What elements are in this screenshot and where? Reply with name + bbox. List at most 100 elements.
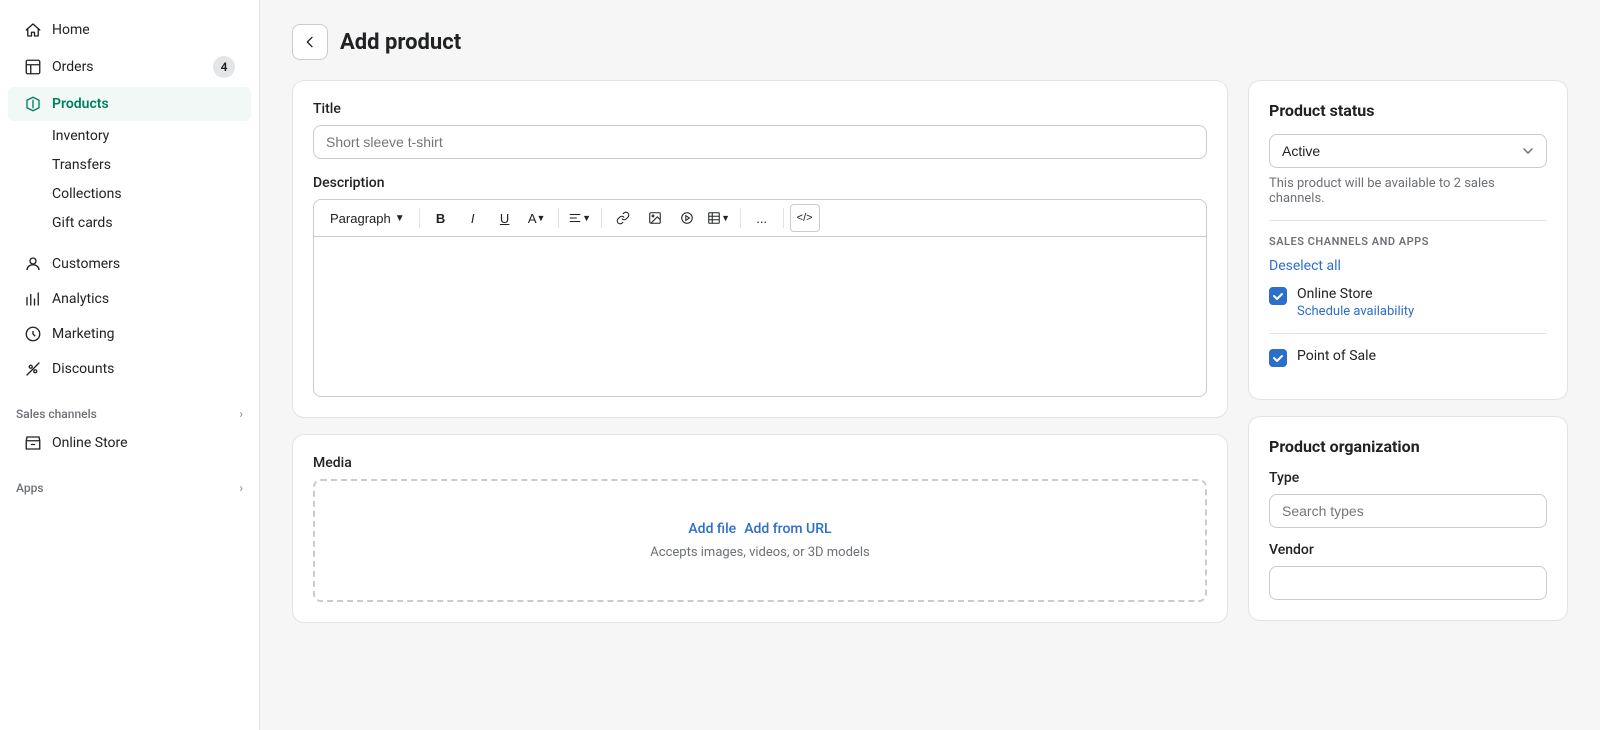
type-input[interactable] <box>1269 494 1547 528</box>
code-button[interactable]: </> <box>790 204 820 232</box>
sidebar-item-orders[interactable]: Orders 4 <box>8 48 251 86</box>
product-status-title: Product status <box>1269 101 1547 120</box>
title-label: Title <box>313 101 1207 117</box>
sidebar-item-label: Analytics <box>52 291 109 307</box>
analytics-icon <box>24 290 42 308</box>
orders-icon <box>24 58 42 76</box>
image-button[interactable] <box>640 204 670 232</box>
status-hint: This product will be available to 2 sale… <box>1269 176 1547 206</box>
sidebar-item-online-store[interactable]: Online Store <box>8 426 251 460</box>
sidebar-item-label: Orders <box>52 59 94 75</box>
products-icon <box>24 95 42 113</box>
store-icon <box>24 434 42 452</box>
video-button[interactable] <box>672 204 702 232</box>
product-organization-card: Product organization Type Vendor <box>1248 416 1568 621</box>
channel-info-pos: Point of Sale <box>1297 348 1376 364</box>
sidebar-sub-label: Gift cards <box>52 215 113 231</box>
channel-item-pos: Point of Sale <box>1269 348 1547 367</box>
align-button[interactable]: ▼ <box>565 204 595 232</box>
sales-channels-section[interactable]: Sales channels › <box>0 395 259 425</box>
sidebar-item-discounts[interactable]: Discounts <box>8 352 251 386</box>
italic-button[interactable]: I <box>458 204 488 232</box>
bold-button[interactable]: B <box>426 204 456 232</box>
media-dropzone[interactable]: Add file Add from URL Accepts images, vi… <box>313 479 1207 602</box>
channels-section-label: SALES CHANNELS AND APPS <box>1269 235 1547 248</box>
content-side: Product status Active Draft This product… <box>1248 80 1568 621</box>
sidebar-item-collections[interactable]: Collections <box>8 180 251 208</box>
sidebar-sub-label: Collections <box>52 186 122 202</box>
sidebar-item-marketing[interactable]: Marketing <box>8 317 251 351</box>
media-card: Media Add file Add from URL Accepts imag… <box>292 434 1228 623</box>
schedule-availability-link[interactable]: Schedule availability <box>1297 304 1414 319</box>
back-button[interactable] <box>292 24 328 60</box>
description-editor[interactable] <box>313 237 1207 397</box>
type-label: Type <box>1269 470 1547 486</box>
customers-icon <box>24 255 42 273</box>
sidebar-sub-label: Inventory <box>52 128 109 144</box>
title-input[interactable] <box>313 125 1207 159</box>
divider <box>740 208 741 228</box>
media-label: Media <box>313 455 1207 471</box>
sidebar-item-label: Customers <box>52 256 120 272</box>
editor-toolbar: Paragraph ▼ B I U A▼ ▼ <box>313 199 1207 237</box>
vendor-input[interactable] <box>1269 566 1547 600</box>
sidebar-item-home[interactable]: Home <box>8 13 251 47</box>
paragraph-label: Paragraph <box>330 211 391 226</box>
channel-item-online-store: Online Store Schedule availability <box>1269 286 1547 319</box>
add-file-link[interactable]: Add file <box>688 521 736 537</box>
sidebar-item-transfers[interactable]: Transfers <box>8 151 251 179</box>
pos-name: Point of Sale <box>1297 348 1376 364</box>
more-button[interactable]: ... <box>747 204 777 232</box>
pos-checkbox[interactable] <box>1269 349 1287 367</box>
sidebar-item-customers[interactable]: Customers <box>8 247 251 281</box>
card-divider <box>1269 333 1547 334</box>
vendor-label: Vendor <box>1269 542 1547 558</box>
chevron-right-icon: › <box>239 481 243 495</box>
table-button[interactable]: ▼ <box>704 204 734 232</box>
title-description-card: Title Description Paragraph ▼ B I U A▼ <box>292 80 1228 418</box>
apps-section[interactable]: Apps › <box>0 469 259 499</box>
online-store-checkbox[interactable] <box>1269 287 1287 305</box>
home-icon <box>24 21 42 39</box>
orders-badge: 4 <box>213 56 235 78</box>
card-divider <box>1269 220 1547 221</box>
online-store-name: Online Store <box>1297 286 1414 302</box>
sidebar: Home Orders 4 Products Inventory Transfe… <box>0 0 260 730</box>
media-links: Add file Add from URL <box>688 521 831 537</box>
sidebar-item-label: Home <box>52 22 90 38</box>
page-header: Add product <box>292 24 1568 60</box>
sales-channels-label: Sales channels <box>16 407 97 421</box>
content-main: Title Description Paragraph ▼ B I U A▼ <box>292 80 1228 623</box>
channel-info-online-store: Online Store Schedule availability <box>1297 286 1414 319</box>
media-hint: Accepts images, videos, or 3D models <box>650 545 869 560</box>
link-button[interactable] <box>608 204 638 232</box>
text-color-button[interactable]: A▼ <box>522 204 552 232</box>
sidebar-item-label: Online Store <box>52 435 128 451</box>
product-org-title: Product organization <box>1269 437 1547 456</box>
sidebar-item-products[interactable]: Products <box>8 87 251 121</box>
sidebar-item-gift-cards[interactable]: Gift cards <box>8 209 251 237</box>
description-label: Description <box>313 175 1207 191</box>
product-status-card: Product status Active Draft This product… <box>1248 80 1568 400</box>
divider <box>783 208 784 228</box>
chevron-down-icon: ▼ <box>395 213 405 224</box>
divider <box>558 208 559 228</box>
content-layout: Title Description Paragraph ▼ B I U A▼ <box>292 80 1568 623</box>
marketing-icon <box>24 325 42 343</box>
sidebar-sub-label: Transfers <box>52 157 111 173</box>
underline-button[interactable]: U <box>490 204 520 232</box>
apps-label: Apps <box>16 481 44 495</box>
page-title: Add product <box>340 30 461 55</box>
divider <box>601 208 602 228</box>
add-from-url-link[interactable]: Add from URL <box>744 521 831 537</box>
sidebar-item-inventory[interactable]: Inventory <box>8 122 251 150</box>
sidebar-item-label: Discounts <box>52 361 114 377</box>
deselect-all-link[interactable]: Deselect all <box>1269 258 1547 274</box>
sidebar-item-analytics[interactable]: Analytics <box>8 282 251 316</box>
paragraph-dropdown[interactable]: Paragraph ▼ <box>322 207 413 230</box>
discounts-icon <box>24 360 42 378</box>
status-select[interactable]: Active Draft <box>1269 134 1547 168</box>
chevron-right-icon: › <box>239 407 243 421</box>
sidebar-item-label: Marketing <box>52 326 115 342</box>
main-content: Add product Title Description Paragraph … <box>260 0 1600 730</box>
